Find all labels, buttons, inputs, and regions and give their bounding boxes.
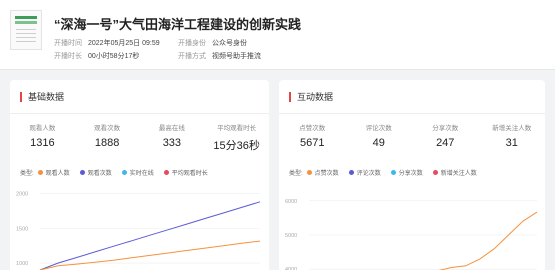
legend-new-followers[interactable]: 新增关注人数 [432,168,477,177]
stat-shares: 分享次数 247 [432,125,459,149]
interaction-chart-legend: 类型: 点赞次数 评论次数 分享次数 新增关注人数 [289,168,487,177]
live-header: “深海一号”大气田海洋工程建设的创新实践 开播时间 2022年05月25日 09:… [0,0,555,70]
series-line [438,211,538,270]
interaction-data-title: 互动数据 [289,92,333,102]
legend-realtime-online[interactable]: 实时在线 [121,168,154,177]
meta-start-time: 开播时间 2022年05月25日 09:59 [54,40,160,47]
y-tick-label: 6000 [285,199,297,205]
legend-likes[interactable]: 点赞次数 [306,168,339,177]
legend-views[interactable]: 观看次数 [79,168,112,177]
live-title: “深海一号”大气田海洋工程建设的创新实践 [54,17,302,32]
basic-data-chart: 2000 1500 1000 [16,191,261,270]
basic-chart-legend: 类型: 观看人数 观看次数 实时在线 平均观看时长 [20,168,218,177]
interaction-stats: 点赞次数 5671 评论次数 49 分享次数 247 新增关注人数 31 [279,122,545,152]
meta-method: 开播方式 视频号助手推流 [178,53,261,60]
legend-shares[interactable]: 分享次数 [390,168,423,177]
interaction-data-chart: 600050004000 [285,199,538,270]
meta-identity: 开播身份 公众号身份 [178,40,247,47]
stat-likes: 点赞次数 5671 [299,125,326,149]
stat-viewers: 观看人数 1316 [29,125,56,149]
stat-new-followers: 新增关注人数 31 [492,125,532,149]
basic-data-title: 基础数据 [20,92,64,102]
legend-comments[interactable]: 评论次数 [348,168,381,177]
stat-views: 观看次数 1888 [94,125,121,149]
basic-data-card: 基础数据 观看人数 1316 观看次数 1888 最高在线 333 平均观看时长… [10,80,269,270]
legend-viewers[interactable]: 观看人数 [37,168,70,177]
y-tick-label: 1000 [16,261,28,267]
meta-duration: 开播时长 00小时58分17秒 [54,53,140,60]
live-cover-thumbnail [10,10,42,50]
y-tick-label: 2000 [16,191,28,197]
stat-comments: 评论次数 49 [365,125,392,149]
stat-avg-watch-time: 平均观看时长 15分36秒 [213,125,260,152]
y-tick-label: 5000 [285,233,297,239]
y-tick-label: 1500 [16,226,28,232]
basic-stats: 观看人数 1316 观看次数 1888 最高在线 333 平均观看时长 15分3… [10,122,269,152]
legend-avg-watch-time[interactable]: 平均观看时长 [163,168,208,177]
series-line [39,201,261,270]
interaction-data-card: 互动数据 点赞次数 5671 评论次数 49 分享次数 247 新增关注人数 3… [279,80,545,270]
stat-peak-online: 最高在线 333 [158,125,185,149]
series-line [39,240,261,270]
